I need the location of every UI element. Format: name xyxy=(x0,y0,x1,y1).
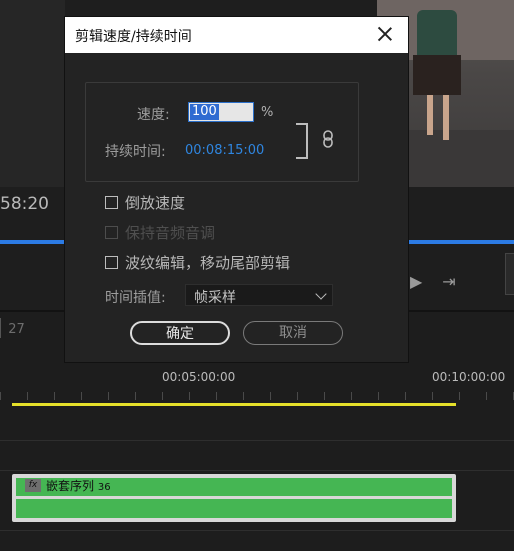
ruler-ticks xyxy=(0,392,514,400)
work-area-bar[interactable] xyxy=(12,403,456,406)
nested-sequence-clip[interactable]: fx 嵌套序列 36 xyxy=(12,474,456,522)
dialog-title: 剪辑速度/持续时间 xyxy=(75,29,192,45)
close-icon[interactable] xyxy=(374,23,396,45)
track-divider xyxy=(0,440,514,441)
link-bracket xyxy=(296,123,308,159)
interpolation-value: 帧采样 xyxy=(194,290,236,306)
ruler-label-10min: 00:10:00:00 xyxy=(432,370,506,384)
transport-controls[interactable]: ▶︎⇥ xyxy=(410,272,476,291)
speed-value: 100 xyxy=(190,104,219,120)
chevron-down-icon xyxy=(315,288,327,300)
ripple-edit-checkbox[interactable] xyxy=(105,256,118,269)
interpolation-label: 时间插值: xyxy=(105,290,166,306)
speed-label: 速度: xyxy=(137,107,170,123)
fx-badge-icon[interactable]: fx xyxy=(25,479,41,492)
clip-speed-duration-dialog: 剪辑速度/持续时间 速度: 100 % 持续时间: 00:08:15:00 倒放… xyxy=(65,17,408,362)
speed-input[interactable]: 100 xyxy=(188,102,254,122)
clip-audio-band xyxy=(16,499,452,518)
duration-label: 持续时间: xyxy=(105,144,166,160)
reverse-speed-checkbox[interactable] xyxy=(105,196,118,209)
ripple-edit-label[interactable]: 波纹编辑，移动尾部剪辑 xyxy=(125,252,290,273)
reverse-speed-label[interactable]: 倒放速度 xyxy=(125,192,185,213)
maintain-pitch-label: 保持音频音调 xyxy=(125,224,216,242)
dialog-titlebar[interactable]: 剪辑速度/持续时间 xyxy=(65,17,408,53)
track-divider xyxy=(0,470,514,471)
sequence-marker: 27 xyxy=(8,322,25,337)
speed-duration-group xyxy=(85,82,359,182)
cancel-button[interactable]: 取消 xyxy=(243,321,343,345)
ok-button[interactable]: 确定 xyxy=(130,321,230,345)
ruler-label-5min: 00:05:00:00 xyxy=(162,370,236,384)
chain-link-icon[interactable] xyxy=(323,130,333,148)
track-divider xyxy=(0,530,514,531)
playhead-timecode: 58:20 xyxy=(0,194,49,214)
duration-field[interactable]: 00:08:15:00 xyxy=(185,143,264,158)
panel-top-left xyxy=(0,0,65,187)
percent-sign: % xyxy=(261,105,274,120)
interpolation-select[interactable]: 帧采样 xyxy=(185,284,333,306)
clip-label: 嵌套序列 36 xyxy=(46,479,111,493)
maintain-pitch-checkbox[interactable] xyxy=(105,226,118,239)
panel-scroll-handle[interactable] xyxy=(505,253,514,295)
